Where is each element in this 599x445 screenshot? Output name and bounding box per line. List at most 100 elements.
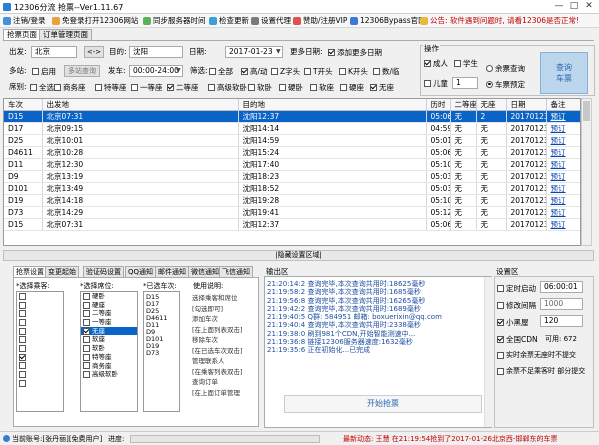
sync-time-button[interactable]: 同步服务器时间 xyxy=(143,15,206,27)
timed-start-checkbox[interactable]: 定时启动 xyxy=(497,283,536,293)
adult-checkbox[interactable]: 成人 xyxy=(424,58,448,68)
output-scrollbar[interactable] xyxy=(484,277,492,427)
passenger-check[interactable] xyxy=(19,310,26,318)
tab-grab-tickets[interactable]: 抢票页面 xyxy=(3,29,41,40)
table-row[interactable]: D25 北京10:01 沈阳14:59 05:01 无无 20170123 预订 xyxy=(4,134,580,147)
small-black-room-input[interactable]: 120 xyxy=(540,315,583,327)
seat-check[interactable] xyxy=(83,362,90,370)
seat-class-5-check[interactable] xyxy=(208,83,215,91)
ticket-booking-radio[interactable]: 车票预定 xyxy=(486,79,525,89)
passenger-item[interactable] xyxy=(17,335,63,344)
filter-4-check[interactable] xyxy=(339,67,346,75)
realtime-no-seat-check[interactable] xyxy=(497,351,504,359)
child-checkbox[interactable]: 儿童 xyxy=(424,78,448,88)
passenger-check[interactable] xyxy=(19,362,26,370)
seat-class-0[interactable]: 全选 xyxy=(30,82,54,92)
seat-check[interactable] xyxy=(83,310,90,318)
tab-order-management[interactable]: 订单管理页面 xyxy=(39,29,92,40)
seat-class-1[interactable]: 商务座 xyxy=(54,82,86,92)
seat-item[interactable]: 商务座 xyxy=(81,362,137,371)
seat-class-3-check[interactable] xyxy=(131,83,138,91)
remaining-ticket-radio-dot[interactable] xyxy=(486,64,493,72)
table-row[interactable]: D101 北京13:49 沈阳18:52 05:03 无无 20170123 预订 xyxy=(4,182,580,195)
seat-item[interactable]: 软座 xyxy=(81,335,137,344)
seat-check[interactable] xyxy=(83,318,90,326)
book-link[interactable]: 预订 xyxy=(546,206,580,219)
student-checkbox[interactable]: 学生 xyxy=(454,58,478,68)
child-count-input[interactable]: 1 xyxy=(452,77,478,89)
small-black-room-check[interactable] xyxy=(497,318,504,326)
seat-class-3[interactable]: 一等座 xyxy=(131,82,163,92)
seat-class-2-check[interactable] xyxy=(95,83,102,91)
settings-tab-6[interactable]: 飞信通知 xyxy=(219,266,253,277)
passenger-check[interactable] xyxy=(19,353,26,361)
table-row[interactable]: D9 北京13:19 沈阳18:23 05:03 无无 20170123 预订 xyxy=(4,170,580,183)
passenger-item[interactable] xyxy=(17,327,63,336)
query-tickets-button[interactable]: 查询 车票 xyxy=(540,52,588,94)
book-link[interactable]: 预订 xyxy=(546,182,580,195)
passenger-check[interactable] xyxy=(19,379,26,387)
passenger-check[interactable] xyxy=(19,327,26,335)
to-station-input[interactable]: 沈阳 xyxy=(129,46,183,58)
full-cdn-checkbox[interactable]: 全国CDN xyxy=(497,334,538,344)
add-more-dates-checkbox[interactable]: 添加更多日期 xyxy=(328,47,382,57)
seat-class-7-check[interactable] xyxy=(279,83,286,91)
seat-check[interactable] xyxy=(83,344,90,352)
seat-class-4-check[interactable] xyxy=(167,83,174,91)
filter-0[interactable]: 全部 xyxy=(209,66,233,76)
table-row[interactable]: D17 北京09:15 沈阳14:14 04:59 无无 20170123 预订 xyxy=(4,122,580,135)
filter-5-check[interactable] xyxy=(373,67,380,75)
filter-3-check[interactable] xyxy=(304,67,311,75)
passenger-item[interactable] xyxy=(17,379,63,388)
seat-class-10[interactable]: 无座 xyxy=(370,82,394,92)
book-link[interactable]: 预订 xyxy=(546,158,580,171)
seat-item[interactable]: 无座 xyxy=(81,326,137,336)
book-link[interactable]: 预订 xyxy=(546,218,580,231)
scrollbar-thumb[interactable] xyxy=(583,101,590,121)
book-link[interactable]: 预订 xyxy=(546,146,580,159)
filter-2[interactable]: Z字头 xyxy=(271,66,300,76)
settings-tab-3[interactable]: QQ通知 xyxy=(125,266,157,277)
filter-1-check[interactable] xyxy=(241,67,248,75)
seat-class-10-check[interactable] xyxy=(370,83,377,91)
seat-class-8-check[interactable] xyxy=(310,83,317,91)
swap-stations-button[interactable]: <-> xyxy=(84,46,104,58)
filter-0-check[interactable] xyxy=(209,67,216,75)
filter-3[interactable]: T开头 xyxy=(304,66,333,76)
minimize-button[interactable]: — xyxy=(552,1,566,12)
add-more-dates-check[interactable] xyxy=(328,48,335,56)
depart-time-select[interactable]: 00:00-24:00 xyxy=(129,65,183,77)
table-row[interactable]: D73 北京14:29 沈阳19:41 05:12 无无 20170123 预订 xyxy=(4,206,580,219)
realtime-no-seat-checkbox[interactable]: 实时余票无座时不提交 xyxy=(497,350,576,360)
seat-class-9-check[interactable] xyxy=(340,83,347,91)
enable-multi-station-check[interactable] xyxy=(32,67,39,75)
partial-submit-check[interactable] xyxy=(497,367,504,375)
settings-tab-5[interactable]: 微信通知 xyxy=(188,266,222,277)
proxy-button[interactable]: 设置代理 xyxy=(251,15,291,27)
passenger-check[interactable] xyxy=(19,336,26,344)
seat-item[interactable]: 二等座 xyxy=(81,309,137,318)
filter-5[interactable]: 数/临 xyxy=(373,66,400,76)
table-scrollbar[interactable] xyxy=(581,98,592,246)
seat-class-9[interactable]: 硬座 xyxy=(340,82,364,92)
passenger-item[interactable] xyxy=(17,353,63,362)
seat-item[interactable]: 特等座 xyxy=(81,353,137,362)
small-black-room-checkbox[interactable]: 小黑屋 xyxy=(497,317,529,327)
filter-1[interactable]: 高/动 xyxy=(241,66,268,76)
book-link[interactable]: 预订 xyxy=(546,170,580,183)
passenger-check[interactable] xyxy=(19,318,26,326)
book-link[interactable]: 预订 xyxy=(546,110,580,123)
interval-input[interactable]: 1000 xyxy=(540,298,583,310)
timed-start-check[interactable] xyxy=(497,284,504,292)
settings-tab-1[interactable]: 变更起始 xyxy=(45,266,79,277)
seat-item[interactable]: 软卧 xyxy=(81,344,137,353)
seat-class-6[interactable]: 软卧 xyxy=(248,82,272,92)
donate-button[interactable]: 赞助/注册VIP xyxy=(293,15,347,27)
passenger-check[interactable] xyxy=(19,292,26,300)
seat-class-6-check[interactable] xyxy=(248,83,255,91)
table-row[interactable]: D11 北京12:30 沈阳17:40 05:10 无无 20170123 预订 xyxy=(4,158,580,171)
passenger-item[interactable] xyxy=(17,292,63,301)
filter-2-check[interactable] xyxy=(271,67,278,75)
interval-check[interactable] xyxy=(497,301,504,309)
seat-class-8[interactable]: 软座 xyxy=(310,82,334,92)
